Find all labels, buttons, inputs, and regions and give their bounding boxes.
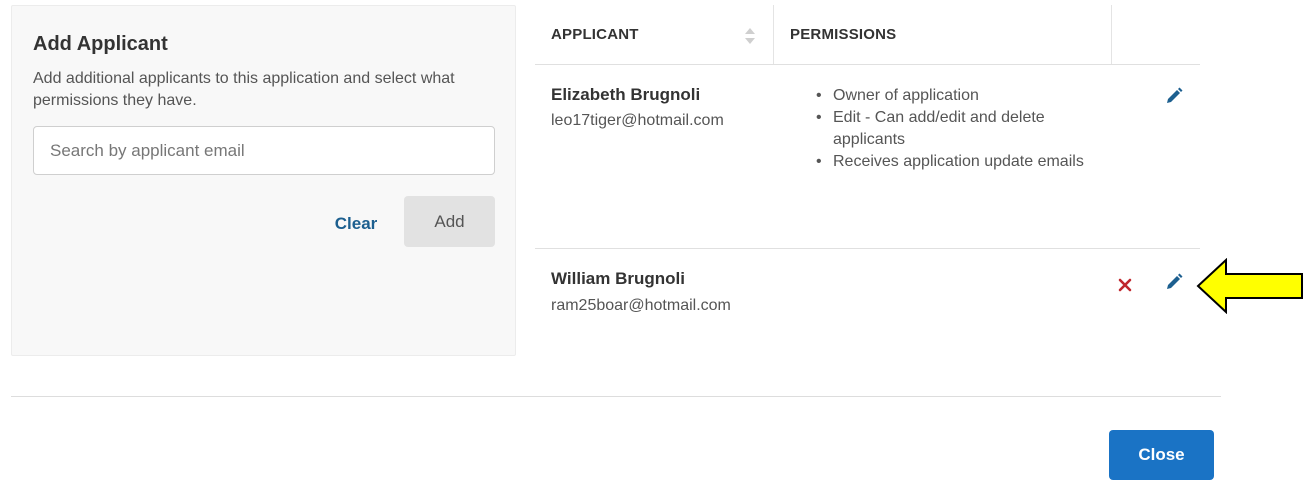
row-divider — [535, 248, 1200, 249]
applicant-email: leo17tiger@hotmail.com — [551, 112, 724, 129]
close-button[interactable]: Close — [1109, 430, 1214, 480]
annotation-arrow-icon — [1196, 258, 1303, 314]
applicant-name: William Brugnoli — [551, 269, 685, 288]
footer-divider — [11, 396, 1221, 397]
header-divider — [535, 64, 1200, 65]
column-divider — [1111, 5, 1112, 64]
permission-item: Owner of application — [816, 85, 1086, 107]
add-applicant-title: Add Applicant — [33, 33, 168, 55]
pencil-icon[interactable] — [1165, 87, 1183, 105]
add-applicant-description: Add additional applicants to this applic… — [33, 70, 455, 109]
delete-x-icon[interactable] — [1118, 278, 1132, 292]
applicant-email-search-input[interactable] — [33, 126, 495, 175]
pencil-icon[interactable] — [1165, 273, 1183, 291]
column-header-permissions: PERMISSIONS — [790, 26, 897, 43]
add-button[interactable]: Add — [404, 196, 495, 247]
applicant-name: Elizabeth Brugnoli — [551, 85, 701, 104]
column-divider — [773, 5, 774, 64]
permission-item: Edit - Can add/edit and delete applicant… — [816, 107, 1086, 151]
permission-item: Receives application update emails — [816, 151, 1086, 173]
clear-button[interactable]: Clear — [326, 209, 386, 239]
column-header-applicant[interactable]: APPLICANT — [551, 26, 639, 43]
add-applicant-panel: Add Applicant Add additional applicants … — [11, 5, 516, 356]
sort-icon[interactable] — [744, 26, 756, 46]
permissions-list: Owner of application Edit - Can add/edit… — [816, 85, 1086, 173]
applicant-email: ram25boar@hotmail.com — [551, 297, 731, 314]
